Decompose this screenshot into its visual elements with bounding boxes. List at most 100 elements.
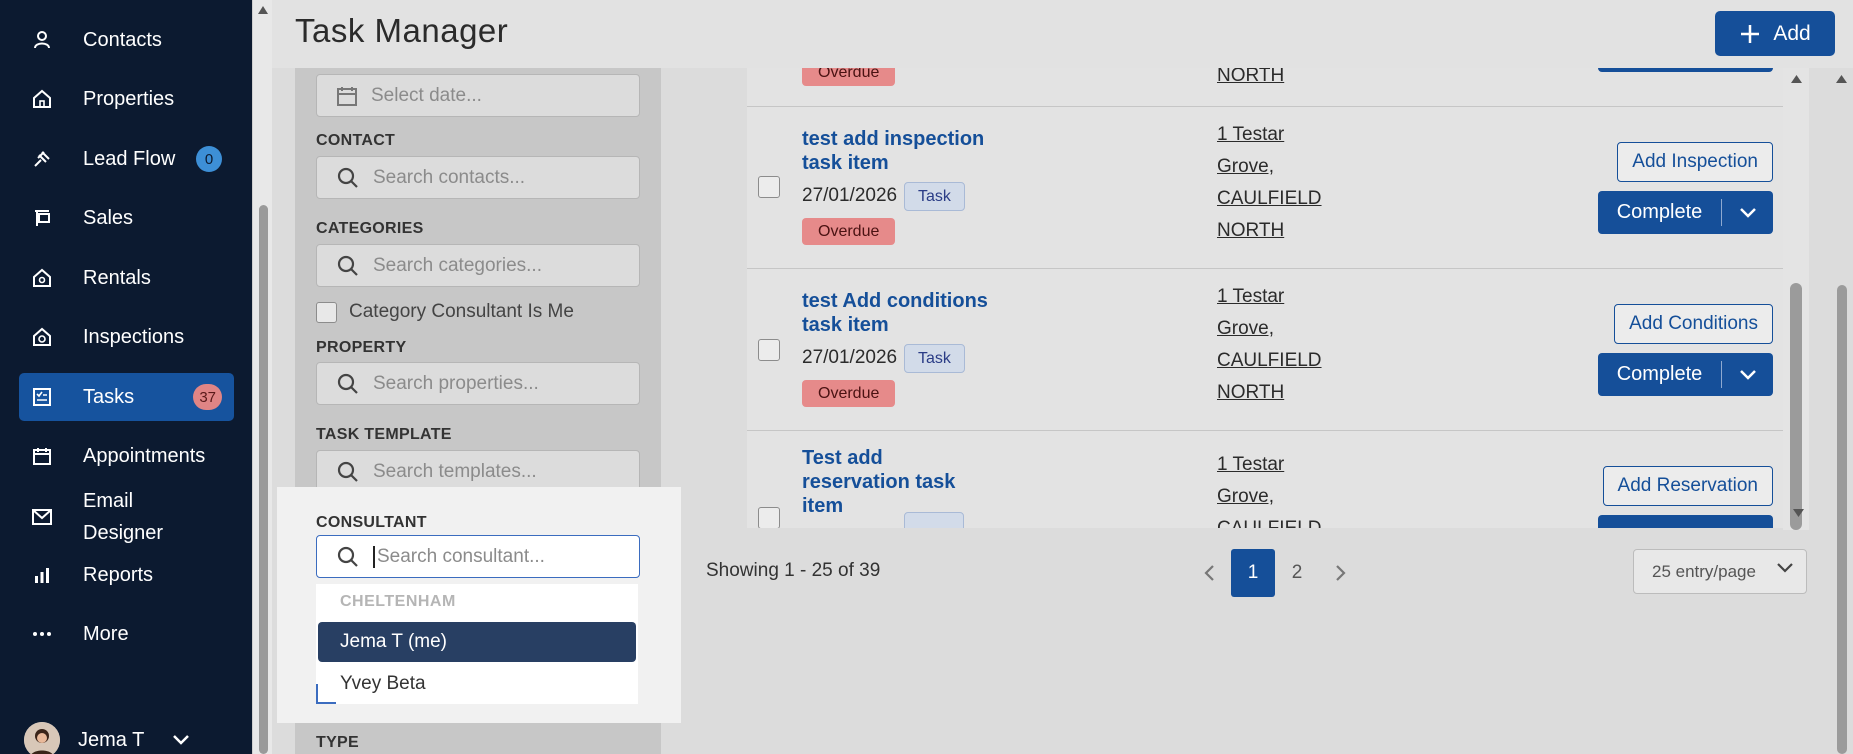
page-1-button[interactable]: 1 [1231, 549, 1275, 597]
sidebar-item-more[interactable]: More [19, 610, 234, 658]
avatar [24, 722, 60, 754]
add-inspection-button[interactable]: Add Inspection [1617, 142, 1773, 182]
row-checkbox[interactable] [758, 339, 780, 361]
sidebar-item-label: Lead Flow [83, 148, 176, 170]
complete-button[interactable]: Complete [1598, 191, 1773, 234]
address-line: NORTH [1217, 220, 1285, 241]
user-name: Jema T [78, 728, 145, 751]
address-line: 1 Testar [1217, 124, 1285, 145]
complete-button-label: Complete [1616, 363, 1703, 385]
pagination: 1 2 [1187, 549, 1363, 597]
task-template-label: TASK TEMPLATE [316, 426, 452, 443]
task-title-link[interactable]: Test add reservation task item [802, 446, 972, 518]
scroll-up-arrow-icon[interactable] [258, 6, 268, 14]
scroll-down-arrow-icon[interactable] [1793, 509, 1804, 517]
category-consultant-checkbox-row[interactable]: Category Consultant Is Me [316, 301, 574, 323]
next-page-button[interactable] [1319, 549, 1363, 597]
calendar-icon [337, 86, 357, 106]
add-conditions-button[interactable]: Add Conditions [1614, 304, 1773, 344]
property-label: PROPERTY [316, 339, 407, 356]
task-address-link[interactable]: 1 Testar Grove, CAULFIELD NORTH [1217, 281, 1347, 409]
chevron-down-icon[interactable] [1722, 369, 1773, 381]
sidebar-item-reports[interactable]: Reports [19, 551, 234, 599]
sidebar-item-sales[interactable]: Sales [19, 194, 234, 242]
search-icon [337, 373, 359, 395]
sidebar-item-label: Email Designer [83, 490, 164, 544]
table-row: test add inspection task item 27/01/2026… [747, 106, 1783, 268]
category-consultant-checkbox[interactable] [316, 301, 337, 323]
sidebar-item-label: Properties [83, 88, 175, 110]
mail-icon [31, 506, 53, 528]
chevron-down-icon[interactable] [1722, 207, 1773, 219]
sidebar-item-appointments[interactable]: Appointments [19, 432, 234, 480]
task-template-placeholder: Search templates... [373, 460, 537, 482]
address-line: 1 Testar [1217, 454, 1285, 475]
consultant-option[interactable]: Yvey Beta [318, 664, 636, 704]
type-label: TYPE [316, 734, 359, 751]
lead-flow-icon [31, 148, 53, 170]
scrollbar-thumb[interactable] [259, 205, 268, 754]
user-menu[interactable]: Jema T [24, 722, 234, 754]
scrollbar-thumb[interactable] [1790, 283, 1802, 530]
add-button[interactable]: Add [1715, 11, 1835, 56]
sidebar-item-email-designer[interactable]: Email Designer [19, 485, 234, 549]
task-address-link[interactable]: 1 Testar Grove, CAULFIELD NORTH [1217, 119, 1347, 247]
scroll-up-arrow-icon[interactable] [1836, 75, 1847, 83]
status-badge: Overdue [802, 380, 896, 407]
consultant-filter-overlay: CONSULTANT Search consultant... CHELTENH… [277, 487, 681, 723]
sidebar-item-rentals[interactable]: Rentals [19, 254, 234, 302]
consultant-placeholder: Search consultant... [377, 545, 545, 567]
row-checkbox[interactable] [758, 176, 780, 198]
task-list: Overdue NORTH test add inspection task i… [747, 68, 1783, 528]
task-title-link[interactable]: test add inspection task item [802, 127, 1012, 175]
property-search-input[interactable]: Search properties... [316, 362, 640, 405]
address-line: Grove, [1217, 156, 1275, 177]
contact-placeholder: Search contacts... [373, 166, 526, 188]
task-type-tag [904, 512, 964, 528]
sales-sign-icon [31, 207, 53, 229]
per-page-select[interactable]: 25 entry/page [1633, 549, 1807, 594]
page-scrollbar-thumb[interactable] [1837, 285, 1847, 754]
task-address-link[interactable]: 1 Testar Grove, CAULFIELD [1217, 449, 1347, 528]
category-consultant-label: Category Consultant Is Me [349, 301, 574, 322]
search-icon [337, 167, 359, 189]
consultant-search-input[interactable]: Search consultant... [316, 535, 640, 578]
page-title: Task Manager [295, 12, 509, 49]
sidebar-scrollbar[interactable] [252, 0, 272, 754]
page-2-button[interactable]: 2 [1275, 549, 1319, 597]
sidebar-item-lead-flow[interactable]: Lead Flow 0 [19, 135, 234, 183]
prev-page-button[interactable] [1187, 549, 1231, 597]
date-picker-input[interactable]: Select date... [316, 74, 640, 117]
text-cursor [373, 545, 375, 568]
consultant-option[interactable]: Jema T (me) [318, 622, 636, 662]
sidebar-item-label: Appointments [83, 445, 206, 467]
user-icon [31, 29, 53, 51]
task-address-link[interactable]: NORTH [1217, 68, 1284, 92]
checkbox-partial[interactable] [316, 684, 336, 704]
table-row: test Add conditions task item 27/01/2026… [747, 268, 1783, 430]
sidebar-item-properties[interactable]: Properties [19, 75, 234, 123]
sidebar-item-inspections[interactable]: Inspections [19, 313, 234, 361]
per-page-value: 25 entry/page [1652, 561, 1756, 581]
task-type-tag: Task [904, 182, 965, 211]
categories-search-input[interactable]: Search categories... [316, 244, 640, 287]
task-list-scrollbar[interactable] [1783, 68, 1809, 530]
complete-button[interactable] [1598, 515, 1773, 528]
complete-button[interactable]: Complete [1598, 353, 1773, 396]
contact-search-input[interactable]: Search contacts... [316, 156, 640, 199]
bar-chart-icon [31, 564, 53, 586]
task-title-link[interactable]: test Add conditions task item [802, 289, 1012, 337]
sidebar-item-contacts[interactable]: Contacts [19, 16, 234, 64]
task-type-tag: Task [904, 344, 965, 373]
tasks-badge: 37 [193, 384, 222, 410]
sidebar-item-label: Inspections [83, 326, 185, 348]
row-checkbox[interactable] [758, 507, 780, 528]
sidebar-item-tasks[interactable]: Tasks 37 [19, 373, 234, 421]
calendar-icon [31, 445, 53, 467]
tasks-icon [31, 386, 53, 408]
search-icon [337, 255, 359, 277]
add-reservation-button[interactable]: Add Reservation [1602, 466, 1773, 506]
scroll-up-arrow-icon[interactable] [1791, 75, 1802, 83]
complete-button[interactable] [1598, 68, 1773, 72]
complete-button-label: Complete [1616, 201, 1703, 223]
